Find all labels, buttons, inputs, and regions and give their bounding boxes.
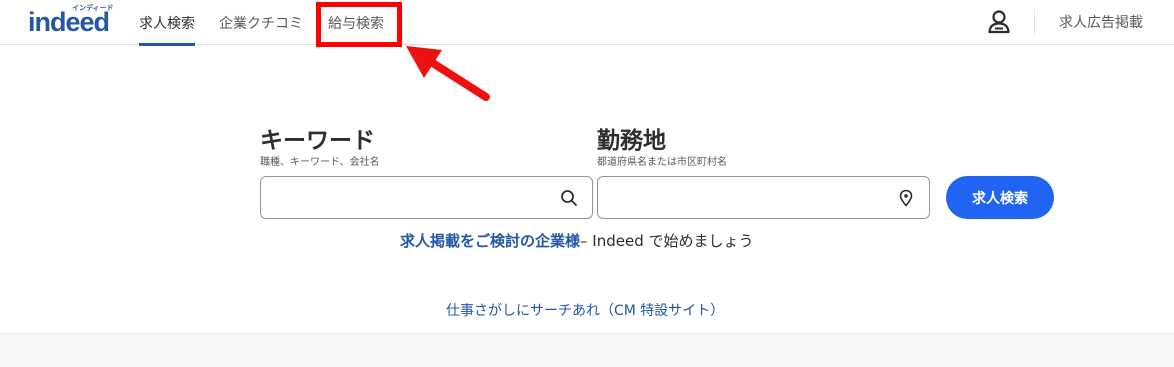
- user-icon[interactable]: [986, 8, 1012, 34]
- search-button[interactable]: 求人検索: [946, 176, 1054, 219]
- employer-post-link[interactable]: 求人広告掲載: [1059, 12, 1143, 32]
- employer-promo-text: – Indeed で始めましょう: [580, 232, 754, 250]
- keyword-subtitle: 職種、キーワード、会社名: [260, 157, 380, 168]
- employer-promo-link[interactable]: 求人掲載をご検討の企業様: [400, 232, 580, 250]
- location-heading: 勤務地: [597, 128, 666, 154]
- red-arrow-icon: [406, 46, 490, 101]
- tab-job-search[interactable]: 求人検索: [139, 0, 195, 46]
- keyword-heading: キーワード: [260, 128, 375, 154]
- header: indeed インディード 求人検索 企業クチコミ 給与検索 求人広告掲載: [0, 0, 1174, 46]
- keyword-field[interactable]: [260, 176, 593, 219]
- search-icon: [561, 190, 577, 206]
- tab-company-reviews[interactable]: 企業クチコミ: [219, 0, 303, 45]
- cm-site-link[interactable]: 仕事さがしにサーチあれ（CM 特設サイト）: [446, 300, 724, 320]
- location-subtitle: 都道府県名または市区町村名: [597, 157, 727, 168]
- footer-band: [0, 333, 1174, 367]
- location-input[interactable]: [608, 185, 878, 211]
- employer-promo: 求人掲載をご検討の企業様– Indeed で始めましょう: [400, 230, 753, 251]
- header-divider: [1034, 9, 1035, 34]
- highlight-box: [316, 2, 402, 47]
- keyword-input[interactable]: [271, 185, 541, 211]
- location-pin-icon: [899, 189, 913, 207]
- logo-kana: インディード: [72, 4, 114, 12]
- location-field[interactable]: [597, 176, 930, 219]
- indeed-logo[interactable]: indeed インディード: [28, 4, 118, 37]
